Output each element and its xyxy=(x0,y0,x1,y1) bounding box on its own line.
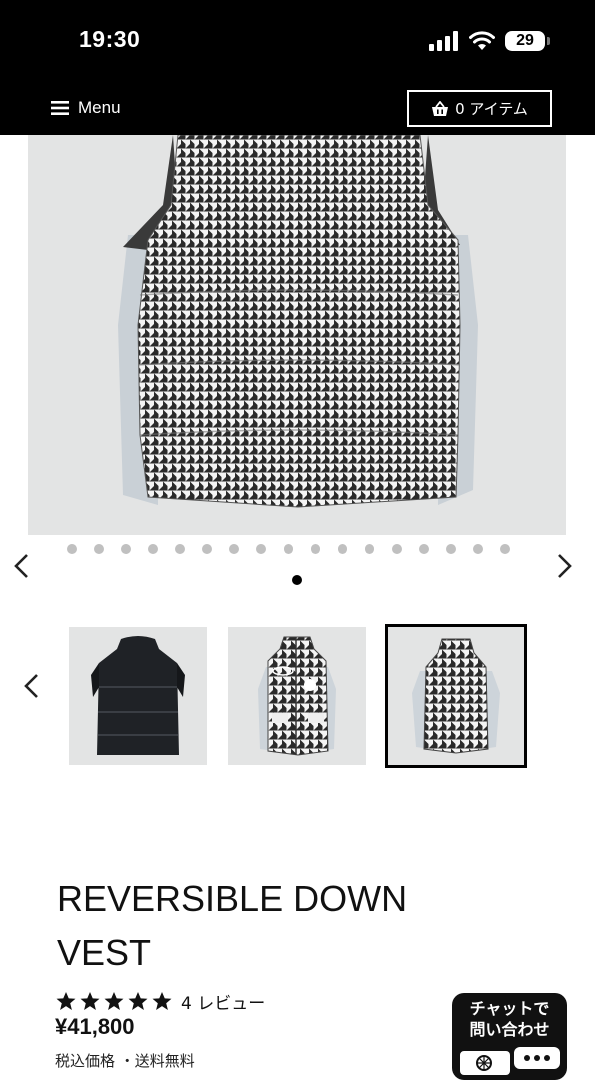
houndstooth-back-image xyxy=(412,638,500,754)
product-price: ¥41,800 xyxy=(55,1014,135,1039)
tax-shipping-note: 税込価格 ・送料無料 xyxy=(55,1052,195,1070)
menu-label: Menu xyxy=(78,98,121,117)
gallery-dot[interactable] xyxy=(472,544,483,554)
cart-button[interactable]: 0 アイテム xyxy=(407,90,552,127)
thumbnail-houndstooth-front[interactable] xyxy=(228,627,366,765)
gallery-dot[interactable] xyxy=(310,544,321,554)
vest-back-image xyxy=(118,135,478,508)
gallery-dot[interactable] xyxy=(364,544,375,554)
wifi-icon xyxy=(469,31,495,50)
gallery-dot[interactable] xyxy=(283,544,294,554)
gallery-dot[interactable] xyxy=(391,544,402,554)
houndstooth-front-image xyxy=(258,636,336,756)
gallery-dot[interactable] xyxy=(67,544,77,554)
battery-level: 29 xyxy=(516,32,534,49)
battery-icon: 29 xyxy=(505,31,550,51)
product-title-line1: REVERSIBLE DOWN xyxy=(57,878,408,919)
gallery-dot[interactable] xyxy=(418,544,429,554)
thumbnail-black-vest[interactable] xyxy=(69,627,207,765)
gallery-dot[interactable] xyxy=(175,544,186,554)
chat-inquiry-button[interactable]: チャットで 問い合わせ xyxy=(452,993,567,1080)
gallery-dot[interactable] xyxy=(121,544,131,554)
star-rating xyxy=(55,991,173,1011)
chevron-right-icon[interactable] xyxy=(556,553,574,579)
chat-line1: チャットで xyxy=(469,999,550,1018)
star-icon xyxy=(104,992,124,1010)
review-count[interactable]: 4 レビュー xyxy=(181,989,265,1014)
star-icon xyxy=(152,992,172,1010)
gallery-active-dot xyxy=(292,575,302,585)
star-icon xyxy=(56,992,76,1010)
gallery-dot[interactable] xyxy=(256,544,267,554)
rating-row[interactable]: 4 レビュー xyxy=(55,988,265,1014)
chat-line2: 問い合わせ xyxy=(469,1020,550,1039)
product-main-image[interactable] xyxy=(28,135,566,535)
product-title: REVERSIBLE DOWN VEST xyxy=(57,872,477,980)
star-icon xyxy=(80,992,100,1010)
gallery-dot[interactable] xyxy=(500,544,510,554)
gallery-pagination xyxy=(67,544,527,556)
menu-button[interactable]: Menu xyxy=(51,97,121,119)
gallery-dot[interactable] xyxy=(445,544,456,554)
product-title-line2: VEST xyxy=(57,932,152,973)
site-header: Menu 0 アイテム xyxy=(0,82,595,135)
gallery-dot[interactable] xyxy=(229,544,240,554)
thumbnail-prev-icon[interactable] xyxy=(22,673,40,699)
signal-icon xyxy=(429,31,458,51)
status-time: 19:30 xyxy=(79,26,141,52)
gallery-dot[interactable] xyxy=(202,544,213,554)
gallery-dot[interactable] xyxy=(94,544,104,554)
black-vest-image xyxy=(91,636,185,755)
thumbnail-houndstooth-back[interactable] xyxy=(385,624,527,768)
gallery-dot[interactable] xyxy=(148,544,158,554)
cart-label: 0 アイテム xyxy=(455,100,528,118)
star-icon xyxy=(128,992,148,1010)
gallery-dot[interactable] xyxy=(337,544,348,554)
chevron-left-icon[interactable] xyxy=(12,553,30,579)
chat-bubbles-icon xyxy=(460,1047,560,1075)
basket-icon xyxy=(432,100,449,116)
status-bar: 19:30 29 xyxy=(0,0,595,82)
status-icons: 29 xyxy=(429,29,550,53)
hamburger-icon xyxy=(51,101,69,115)
